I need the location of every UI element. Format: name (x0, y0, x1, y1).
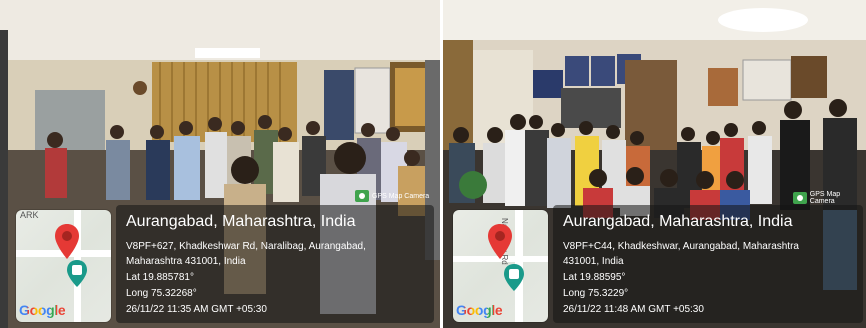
address-line-2: 431001, India (563, 256, 624, 267)
gps-map-camera-badge: GPS Map Camera (355, 188, 429, 204)
google-logo: Google (456, 302, 503, 318)
left-map-thumbnail: ARK Google (16, 210, 111, 322)
location-city: Aurangabad, Maharashtra, India (126, 213, 356, 230)
timestamp: 26/11/22 11:48 AM GMT +05:30 (563, 304, 704, 315)
latitude: Lat 19.88595° (563, 272, 626, 283)
map-pin-icon (55, 224, 79, 259)
google-logo: Google (19, 302, 66, 318)
camera-icon (355, 190, 369, 202)
address-line-2: Maharashtra 431001, India (126, 256, 246, 267)
right-map-thumbnail: Naralibag Rd Google (453, 210, 548, 322)
camera-icon (793, 192, 807, 204)
badge-label: GPS Map Camera (372, 192, 430, 200)
address-line-1: V8PF+C44, Khadkeshwar, Aurangabad, Mahar… (563, 241, 799, 252)
left-location-overlay: Aurangabad, Maharashtra, India V8PF+627,… (116, 205, 434, 323)
gps-map-camera-badge: GPS Map Camera (793, 190, 866, 206)
address-line-1: V8PF+627, Khadkeshwar Rd, Naralibag, Aur… (126, 241, 366, 252)
timestamp: 26/11/22 11:35 AM GMT +05:30 (126, 304, 267, 315)
latitude: Lat 19.885781° (126, 272, 194, 283)
left-photo: ARK Google GPS Map Camera Aurangabad, Ma… (0, 0, 440, 328)
longitude: Long 75.32268° (126, 288, 197, 299)
right-location-overlay: Aurangabad, Maharashtra, India V8PF+C44,… (553, 205, 863, 323)
badge-label: GPS Map Camera (809, 191, 841, 205)
transit-marker-icon (504, 264, 524, 291)
right-photo: Naralibag Rd Google GPS Map Camera Auran… (443, 0, 866, 328)
map-road-label: ARK (20, 210, 39, 220)
longitude: Long 75.3229° (563, 288, 629, 299)
transit-marker-icon (67, 260, 87, 287)
location-city: Aurangabad, Maharashtra, India (563, 213, 793, 230)
photo-collage: ARK Google GPS Map Camera Aurangabad, Ma… (0, 0, 866, 328)
map-pin-icon (488, 224, 512, 259)
